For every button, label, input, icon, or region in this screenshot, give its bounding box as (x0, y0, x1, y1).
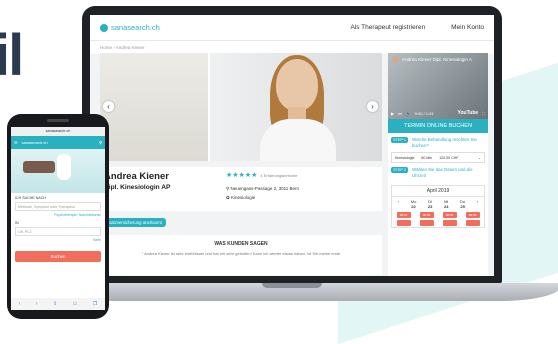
laptop-notch (262, 283, 322, 288)
logo[interactable]: sanasearch.ch (100, 23, 160, 32)
calendar: April 2019 ‹ Mo 22 Di 23 Mi 24 Do 25 › 08:30… (391, 184, 485, 228)
volume-icon[interactable]: 🔈 (406, 111, 411, 116)
calendar-prev-icon[interactable]: ‹ (398, 199, 399, 209)
forward-icon[interactable]: › (36, 301, 38, 307)
rating-count: 4 Erfahrungsberichte (260, 172, 298, 178)
rating[interactable]: ★★★★★ 4 Erfahrungsberichte (226, 171, 298, 179)
day-col: Di 23 (427, 198, 433, 209)
logo-text: sanasearch.ch (111, 23, 160, 32)
register-therapist-link[interactable]: Als Therapeut registrieren (350, 24, 425, 31)
location-input[interactable]: Ort, PLZ (15, 227, 101, 236)
smartphone: sanasearch.ch ☰ sanasearch.ch ⚲ ICH SUCH… (7, 114, 109, 319)
next-icon[interactable]: ⏭ (398, 111, 402, 116)
step-1: STEP 1 Welche Behandlung möchten Sie buc… (388, 133, 488, 152)
phone-speaker (47, 119, 69, 122)
time-slot[interactable]: 08:30 (396, 211, 411, 218)
main-content: ‹ › Andrea Kiener Dipl. Kinesiologin AP … (100, 53, 382, 276)
reviews-section: WAS KUNDEN SAGEN " Andrea Kiener ist seh… (100, 235, 382, 275)
back-icon[interactable]: ‹ (19, 301, 21, 307)
phone-url-bar[interactable]: sanasearch.ch (11, 127, 105, 136)
treatment-price: 120.00 CHF (439, 155, 459, 160)
phone-screen: sanasearch.ch ☰ sanasearch.ch ⚲ ICH SUCH… (11, 127, 105, 310)
calendar-next-icon[interactable]: › (477, 199, 478, 209)
step-2: STEP 2 Wählen Sie das Datum und die Uhrz… (388, 163, 488, 182)
video-player[interactable]: Andrea Kiener Dipl. Kinesiologin A ▶ ⏭ 🔈… (388, 53, 488, 119)
search-button[interactable]: Suchen (15, 251, 101, 262)
top-nav: sanasearch.ch Als Therapeut registrieren… (90, 15, 494, 41)
time-slot[interactable] (465, 219, 480, 226)
time-slot[interactable]: 08:30 (419, 211, 434, 218)
step-1-text: Welche Behandlung möchten Sie buchen? (412, 137, 477, 148)
phone-nav: ☰ sanasearch.ch ⚲ (11, 136, 105, 149)
therapist-photo (210, 53, 382, 161)
step-1-badge: STEP 1 (391, 137, 409, 143)
sidebar: Andrea Kiener Dipl. Kinesiologin A ▶ ⏭ 🔈… (388, 53, 488, 276)
time-slot[interactable]: 08:30 (465, 211, 480, 218)
calendar-month: April 2019 (392, 186, 484, 197)
treatment-duration: 60 Min (421, 155, 433, 160)
chevron-down-icon: ⌄ (477, 155, 481, 160)
time-slot[interactable] (396, 219, 411, 226)
menu-icon[interactable]: ☰ (14, 140, 18, 145)
search-label: ICH SUCHE NACH (15, 196, 46, 200)
time-slot[interactable] (442, 219, 457, 226)
practice-room-photo (100, 53, 208, 161)
gallery-prev-icon[interactable]: ‹ (103, 101, 114, 112)
phone-logo[interactable]: sanasearch.ch (22, 140, 48, 145)
video-controls: ▶ ⏭ 🔈 0:00 / 1:31 YouTube ⛶ (391, 110, 485, 116)
day-col: Do 25 (460, 198, 466, 209)
photo-gallery: ‹ › (100, 53, 382, 161)
booking-heading: TERMIN ONLINE BUCHEN (388, 119, 488, 133)
treatment-value: Kinesiologie (395, 155, 415, 160)
address: ⚲ Neuengass-Passage 2, 3011 Bern (226, 186, 300, 191)
step-2-text: Wählen Sie das Datum und die Uhrzeit (412, 167, 473, 179)
video-time: 0:00 / 1:31 (414, 110, 434, 116)
phone-hero-image (11, 149, 105, 193)
my-account-link[interactable]: Mein Konto (451, 24, 484, 31)
specialty: ✿ Kinesiologie (226, 195, 256, 200)
location-label: IN (15, 221, 19, 225)
star-icons: ★★★★★ (226, 172, 258, 179)
youtube-logo[interactable]: YouTube (458, 110, 479, 116)
laptop-screen: sanasearch.ch Als Therapeut registrieren… (90, 15, 494, 276)
gallery-next-icon[interactable]: › (367, 101, 378, 112)
share-icon[interactable]: ⇪ (53, 301, 57, 307)
search-input[interactable]: Methode, Symptom oder Therapeut (15, 202, 101, 211)
browser-toolbar: ‹ › ⇪ ▭ ❐ (11, 298, 105, 310)
time-slot[interactable] (419, 219, 434, 226)
tabs-icon[interactable]: ❐ (93, 301, 97, 307)
play-icon[interactable]: ▶ (391, 111, 394, 116)
bookmarks-icon[interactable]: ▭ (73, 301, 78, 307)
step-2-badge: STEP 2 (391, 167, 409, 174)
day-col: Mi 24 (443, 198, 449, 209)
map-link[interactable]: Karte (11, 237, 105, 243)
insurance-badge: Zusatzversicherung anerkannt (100, 218, 166, 227)
treatment-select[interactable]: Kinesiologie 60 Min 120.00 CHF ⌄ (391, 152, 485, 164)
time-slot[interactable]: 08:30 (442, 211, 457, 218)
channel-avatar (392, 56, 399, 63)
review-quote: " Andrea Kiener ist sehr einfühlsam und … (141, 251, 341, 256)
profile-card: Andrea Kiener Dipl. Kinesiologin AP ★★★★… (100, 167, 382, 211)
background-heading: il (0, 23, 24, 88)
user-icon[interactable]: ⚲ (99, 140, 102, 145)
video-title: Andrea Kiener Dipl. Kinesiologin A (402, 57, 472, 62)
day-col: Mo 22 (410, 198, 417, 209)
reviews-heading: WAS KUNDEN SAGEN (214, 241, 268, 247)
logo-icon (100, 23, 108, 32)
laptop: sanasearch.ch Als Therapeut registrieren… (82, 6, 502, 283)
fullscreen-icon[interactable]: ⛶ (482, 111, 485, 116)
